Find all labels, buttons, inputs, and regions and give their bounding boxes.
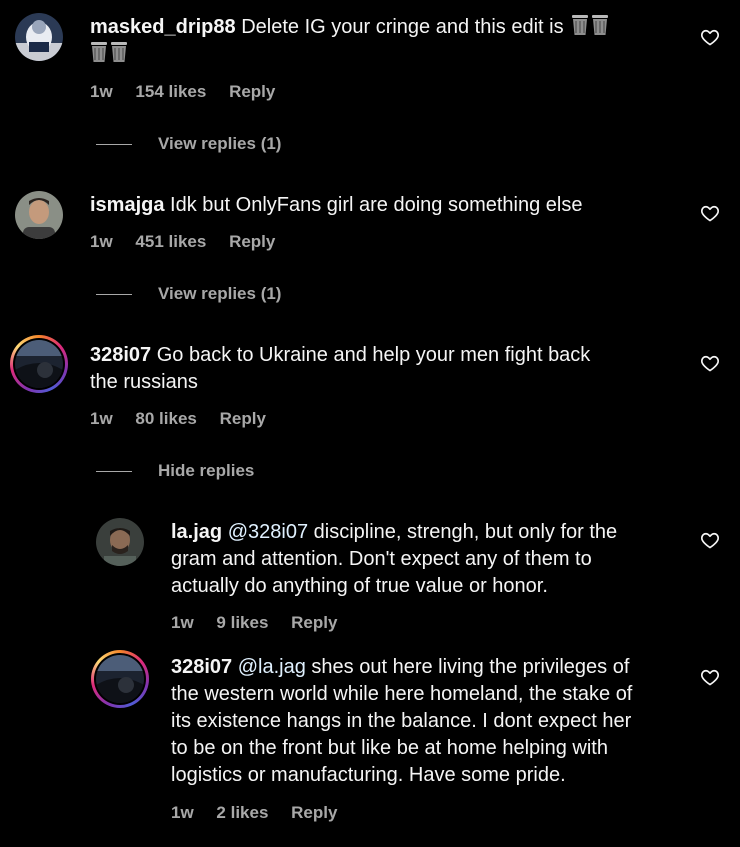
comment-text: Go back to Ukraine and help your men fig…: [156, 344, 591, 366]
reply-text: the western world while here homeland, t…: [171, 683, 633, 705]
view-replies-label[interactable]: View replies (1): [158, 284, 281, 303]
likes-count[interactable]: 451 likes: [135, 232, 206, 251]
comment-body: ismajga Idk but OnlyFans girl are doing …: [90, 192, 680, 219]
hide-replies-label[interactable]: Hide replies: [158, 461, 254, 480]
thread-line: [96, 471, 132, 473]
timestamp: 1w: [171, 803, 194, 822]
timestamp: 1w: [90, 232, 113, 251]
likes-count[interactable]: 2 likes: [216, 803, 268, 822]
reply-text: logistics or manufacturing. Have some pr…: [171, 764, 566, 786]
comment-meta: 1w 154 likes Reply: [90, 81, 293, 103]
heart-outline-icon[interactable]: [700, 667, 720, 687]
reply-meta: 1w 2 likes Reply: [171, 802, 355, 824]
comment-meta: 1w 451 likes Reply: [90, 231, 293, 253]
avatar-story-ring[interactable]: [91, 650, 149, 708]
heart-outline-icon[interactable]: [700, 27, 720, 47]
comment-text: the russians: [90, 371, 198, 393]
timestamp: 1w: [90, 82, 113, 101]
avatar: [15, 340, 63, 388]
likes-count[interactable]: 9 likes: [216, 613, 268, 632]
avatar[interactable]: [15, 13, 63, 61]
reply-body: la.jag @328i07 discipline, strengh, but …: [171, 519, 691, 600]
comment-meta: 1w 80 likes Reply: [90, 408, 284, 430]
hide-replies-button[interactable]: Hide replies: [96, 460, 254, 482]
wastebasket-emoji: [569, 15, 609, 38]
comment-text: Idk but OnlyFans girl are doing somethin…: [170, 194, 583, 216]
thread-line: [96, 294, 132, 296]
reply-text: its existence hangs in the balance. I do…: [171, 710, 632, 732]
heart-outline-icon[interactable]: [700, 203, 720, 223]
reply-text: shes out here living the privileges of: [311, 656, 630, 678]
avatar[interactable]: [15, 191, 63, 239]
reply-text: gram and attention. Don't expect any of …: [171, 548, 592, 570]
reply-button[interactable]: Reply: [229, 232, 275, 251]
avatar: [96, 655, 144, 703]
view-replies-button[interactable]: View replies (1): [96, 133, 281, 155]
heart-outline-icon[interactable]: [700, 530, 720, 550]
thread-line: [96, 144, 132, 146]
view-replies-button[interactable]: View replies (1): [96, 283, 281, 305]
comment-body: 328i07 Go back to Ukraine and help your …: [90, 342, 680, 396]
reply-text: actually do anything of true value or ho…: [171, 575, 548, 597]
reply-meta: 1w 9 likes Reply: [171, 612, 355, 634]
username[interactable]: la.jag: [171, 521, 222, 543]
reply-body: 328i07 @la.jag shes out here living the …: [171, 654, 691, 789]
avatar-story-ring[interactable]: [10, 335, 68, 393]
likes-count[interactable]: 80 likes: [135, 409, 196, 428]
mention-link[interactable]: @328i07: [228, 521, 308, 543]
comment-body: masked_drip88 Delete IG your cringe and …: [90, 14, 680, 68]
avatar[interactable]: [96, 518, 144, 566]
likes-count[interactable]: 154 likes: [135, 82, 206, 101]
reply-button[interactable]: Reply: [220, 409, 266, 428]
reply-text: to be on the front but like be at home h…: [171, 737, 608, 759]
username[interactable]: masked_drip88: [90, 16, 236, 38]
heart-outline-icon[interactable]: [700, 353, 720, 373]
username[interactable]: 328i07: [171, 656, 232, 678]
reply-text: discipline, strengh, but only for the: [313, 521, 618, 543]
view-replies-label[interactable]: View replies (1): [158, 134, 281, 153]
username[interactable]: ismajga: [90, 194, 164, 216]
timestamp: 1w: [171, 613, 194, 632]
username[interactable]: 328i07: [90, 344, 151, 366]
timestamp: 1w: [90, 409, 113, 428]
wastebasket-emoji: [90, 42, 128, 65]
reply-button[interactable]: Reply: [229, 82, 275, 101]
mention-link[interactable]: @la.jag: [238, 656, 306, 678]
comment-text: Delete IG your cringe and this edit is: [241, 16, 564, 38]
reply-button[interactable]: Reply: [291, 803, 337, 822]
reply-button[interactable]: Reply: [291, 613, 337, 632]
